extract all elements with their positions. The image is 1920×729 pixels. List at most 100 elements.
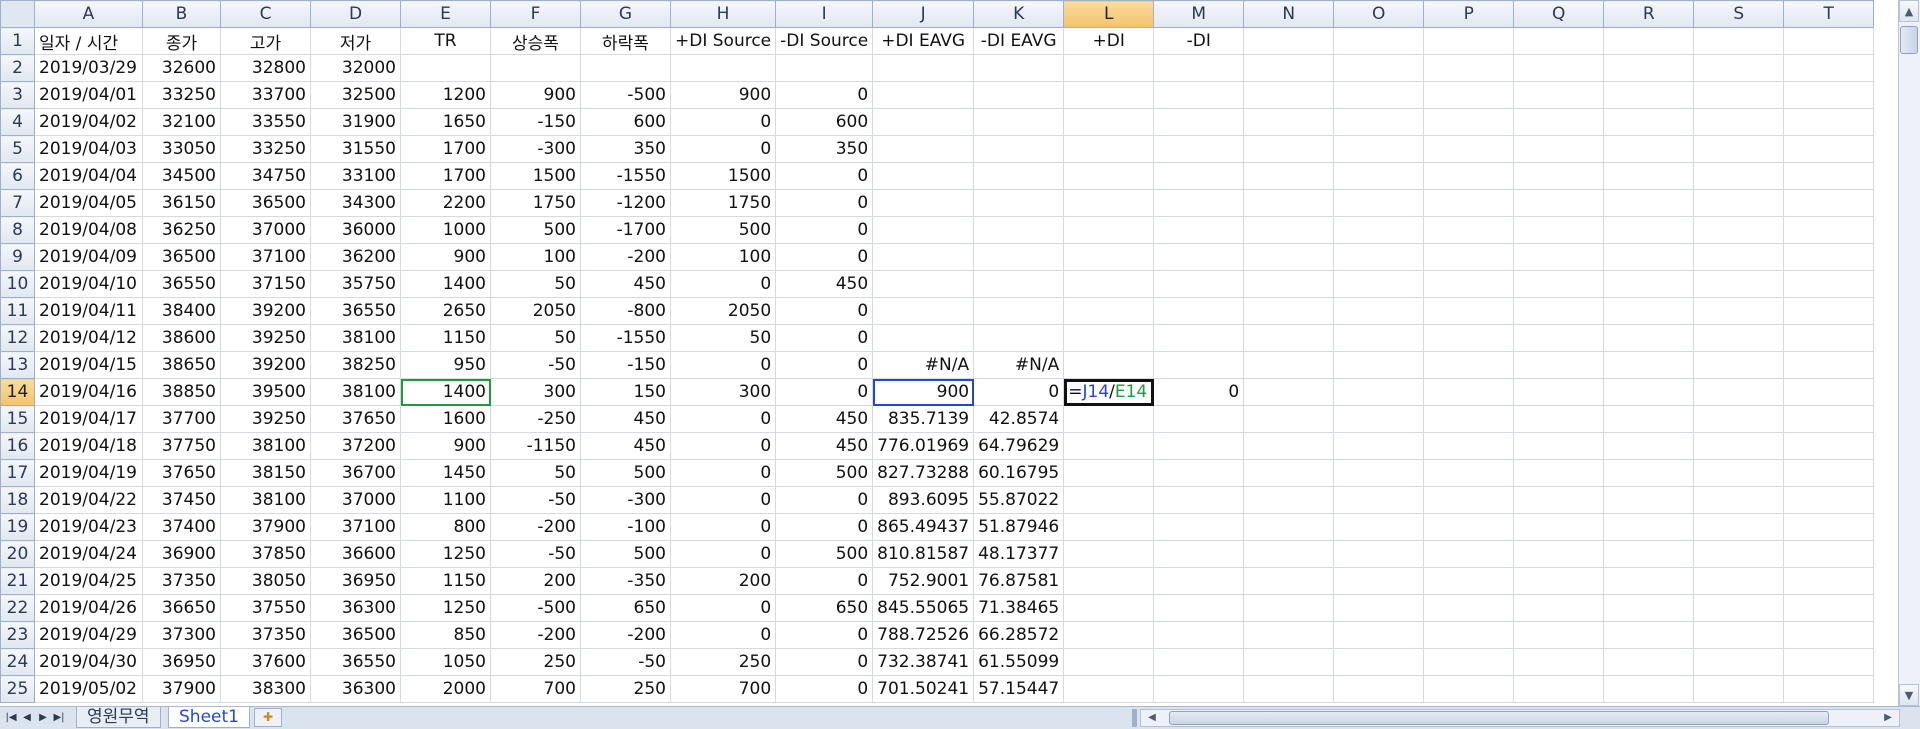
row-header[interactable]: 24 (0, 648, 35, 676)
cell-i20[interactable]: 500 (775, 540, 874, 568)
cell-o10[interactable] (1333, 270, 1425, 298)
cell-m21[interactable] (1153, 567, 1245, 595)
cell-h25[interactable]: 700 (669, 675, 777, 703)
cell-g9[interactable]: -200 (580, 243, 671, 271)
cell-c7[interactable]: 36500 (220, 189, 311, 217)
column-header-q[interactable]: Q (1513, 0, 1605, 28)
cell-k24[interactable]: 61.55099 (973, 648, 1065, 676)
cell-c9[interactable]: 37100 (220, 243, 311, 271)
cell-m5[interactable] (1153, 135, 1245, 163)
cell-j22[interactable]: 845.55065 (872, 594, 975, 622)
cell-t17[interactable] (1783, 459, 1875, 487)
cell-p20[interactable] (1423, 540, 1515, 568)
cell-b4[interactable]: 32100 (142, 108, 221, 136)
cell-l23[interactable] (1063, 621, 1155, 649)
cell-f1[interactable]: 상승폭 (490, 27, 581, 55)
cell-j5[interactable] (872, 135, 975, 163)
last-sheet-icon[interactable]: ▶| (52, 709, 66, 726)
cell-q6[interactable] (1513, 162, 1605, 190)
cell-m14[interactable]: 0 (1153, 378, 1245, 406)
cell-c3[interactable]: 33700 (220, 81, 311, 109)
cell-a22[interactable]: 2019/04/26 (34, 594, 143, 622)
cell-f24[interactable]: 250 (490, 648, 581, 676)
column-header-e[interactable]: E (400, 0, 491, 28)
cell-f12[interactable]: 50 (490, 324, 581, 352)
cell-c18[interactable]: 38100 (220, 486, 311, 514)
cell-a16[interactable]: 2019/04/18 (34, 432, 143, 460)
cell-h4[interactable]: 0 (669, 108, 777, 136)
cell-a15[interactable]: 2019/04/17 (34, 405, 143, 433)
cell-k16[interactable]: 64.79629 (973, 432, 1065, 460)
cell-e18[interactable]: 1100 (400, 486, 491, 514)
cell-c6[interactable]: 34750 (220, 162, 311, 190)
cell-m19[interactable] (1153, 513, 1245, 541)
insert-sheet-icon[interactable]: ✚ (254, 708, 282, 727)
vertical-scrollbar[interactable]: ▲ ▼ (1898, 0, 1920, 706)
cell-n4[interactable] (1243, 108, 1335, 136)
cell-s17[interactable] (1693, 459, 1785, 487)
cell-l11[interactable] (1063, 297, 1155, 325)
cell-i14[interactable]: 0 (775, 378, 874, 406)
cell-o3[interactable] (1333, 81, 1425, 109)
cell-p1[interactable] (1423, 27, 1515, 55)
cell-b17[interactable]: 37650 (142, 459, 221, 487)
cell-h9[interactable]: 100 (669, 243, 777, 271)
cell-d2[interactable]: 32000 (310, 54, 401, 82)
cell-f14[interactable]: 300 (490, 378, 581, 406)
cell-e17[interactable]: 1450 (400, 459, 491, 487)
cell-r13[interactable] (1603, 351, 1695, 379)
cell-t6[interactable] (1783, 162, 1875, 190)
cell-g1[interactable]: 하락폭 (580, 27, 671, 55)
cell-c16[interactable]: 38100 (220, 432, 311, 460)
cell-table[interactable]: ABCDEFGHIJKLMNOPQRST 1 일자 / 시간 종가 고가 저가 TR 상승폭… (0, 0, 1875, 703)
cell-d1[interactable]: 저가 (310, 27, 401, 55)
cell-q11[interactable] (1513, 297, 1605, 325)
cell-i13[interactable]: 0 (775, 351, 874, 379)
cell-t11[interactable] (1783, 297, 1875, 325)
cell-b7[interactable]: 36150 (142, 189, 221, 217)
cell-l1[interactable]: +DI (1063, 27, 1155, 55)
cell-i18[interactable]: 0 (775, 486, 874, 514)
cell-s6[interactable] (1693, 162, 1785, 190)
cell-g16[interactable]: 450 (580, 432, 671, 460)
cell-r18[interactable] (1603, 486, 1695, 514)
cell-q12[interactable] (1513, 324, 1605, 352)
cell-b16[interactable]: 37750 (142, 432, 221, 460)
cell-i19[interactable]: 0 (775, 513, 874, 541)
cell-c5[interactable]: 33250 (220, 135, 311, 163)
cell-g19[interactable]: -100 (580, 513, 671, 541)
cell-i4[interactable]: 600 (775, 108, 874, 136)
cell-c25[interactable]: 38300 (220, 675, 311, 703)
cell-r17[interactable] (1603, 459, 1695, 487)
horizontal-scroll-thumb[interactable] (1169, 711, 1829, 725)
cell-l7[interactable] (1063, 189, 1155, 217)
cell-e19[interactable]: 800 (400, 513, 491, 541)
cell-f20[interactable]: -50 (490, 540, 581, 568)
cell-l6[interactable] (1063, 162, 1155, 190)
row-header[interactable]: 8 (0, 216, 35, 244)
row-header[interactable]: 3 (0, 81, 35, 109)
cell-o5[interactable] (1333, 135, 1425, 163)
cell-n3[interactable] (1243, 81, 1335, 109)
cell-o21[interactable] (1333, 567, 1425, 595)
cell-r16[interactable] (1603, 432, 1695, 460)
row-header[interactable]: 2 (0, 54, 35, 82)
cell-r6[interactable] (1603, 162, 1695, 190)
cell-r19[interactable] (1603, 513, 1695, 541)
cell-e4[interactable]: 1650 (400, 108, 491, 136)
cell-l25[interactable] (1063, 675, 1155, 703)
cell-m6[interactable] (1153, 162, 1245, 190)
cell-g2[interactable] (580, 54, 671, 82)
cell-h11[interactable]: 2050 (669, 297, 777, 325)
cell-d14[interactable]: 38100 (310, 378, 401, 406)
cell-k7[interactable] (973, 189, 1065, 217)
cell-d7[interactable]: 34300 (310, 189, 401, 217)
cell-m9[interactable] (1153, 243, 1245, 271)
cell-c12[interactable]: 39250 (220, 324, 311, 352)
cell-t22[interactable] (1783, 594, 1875, 622)
cell-q18[interactable] (1513, 486, 1605, 514)
cell-c13[interactable]: 39200 (220, 351, 311, 379)
cell-d19[interactable]: 37100 (310, 513, 401, 541)
cell-e1[interactable]: TR (400, 27, 491, 55)
cell-l24[interactable] (1063, 648, 1155, 676)
